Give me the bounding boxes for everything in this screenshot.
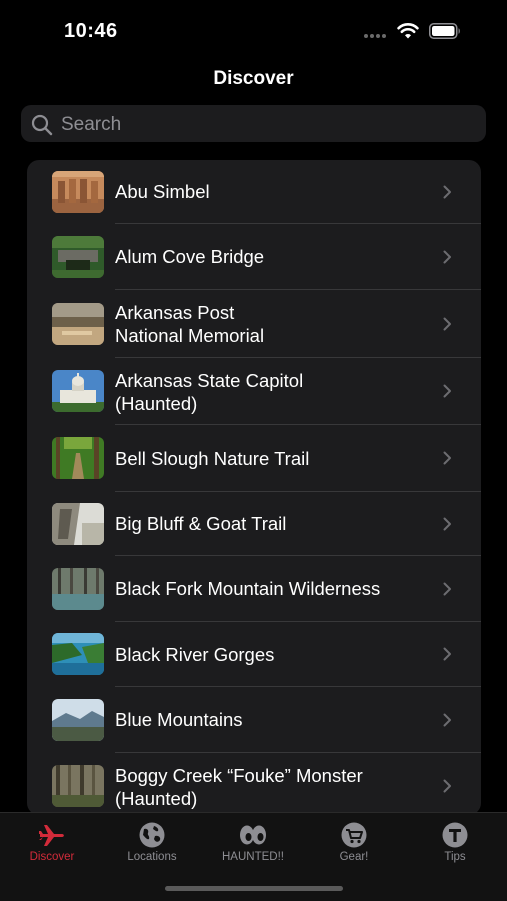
gorge-photo-thumbnail <box>52 633 104 675</box>
list-item[interactable]: Arkansas State Capitol (Haunted) <box>27 358 481 425</box>
status-time: 10:46 <box>64 20 118 42</box>
chevron-right-icon <box>443 713 451 727</box>
chevron-right-icon <box>443 517 451 531</box>
chevron-right-icon <box>443 779 451 793</box>
location-list: Abu Simbel Alum Cove Bridge Arkansas Pos… <box>27 160 481 815</box>
airplane-icon <box>39 825 64 846</box>
list-item[interactable]: Big Bluff & Goat Trail <box>27 492 481 556</box>
chevron-right-icon <box>443 451 451 465</box>
home-indicator <box>165 886 343 891</box>
tab-label: HAUNTED!! <box>222 851 284 863</box>
letter-t-icon <box>442 822 468 848</box>
list-item-label: Black River Gorges <box>115 644 275 665</box>
list-item-label: Arkansas State Capitol (Haunted) <box>115 370 304 414</box>
list-item-label: Abu Simbel <box>115 181 210 202</box>
chevron-right-icon <box>443 185 451 199</box>
list-item[interactable]: Blue Mountains <box>27 687 481 753</box>
cellular-signal-icon <box>364 34 390 38</box>
tab-tips[interactable]: Tips <box>405 813 505 873</box>
tab-label: Discover <box>29 851 75 863</box>
list-item[interactable]: Black River Gorges <box>27 622 481 687</box>
chevron-right-icon <box>443 582 451 596</box>
chevron-right-icon <box>443 647 451 661</box>
chevron-right-icon <box>443 384 451 398</box>
tab-label: Gear! <box>339 851 369 863</box>
status-bar: 10:46 <box>0 0 507 60</box>
globe-icon <box>139 822 165 848</box>
tab-gear[interactable]: Gear! <box>304 813 404 873</box>
cart-icon <box>341 822 367 848</box>
list-item-label: Bell Slough Nature Trail <box>115 448 310 469</box>
temple-photo-thumbnail <box>52 171 104 213</box>
list-item-label: Arkansas Post National Memorial <box>115 302 265 346</box>
tab-locations[interactable]: Locations <box>102 813 202 873</box>
search-placeholder: Search <box>61 114 122 135</box>
wifi-icon <box>397 23 419 39</box>
chevron-right-icon <box>443 317 451 331</box>
page-title: Discover <box>213 68 294 89</box>
list-item[interactable]: Arkansas Post National Memorial <box>27 290 481 358</box>
search-input[interactable]: Search <box>21 105 486 142</box>
list-item[interactable]: Black Fork Mountain Wilderness <box>27 556 481 622</box>
tab-label: Tips <box>444 851 466 863</box>
forest-trail-photo-thumbnail <box>52 437 104 479</box>
swamp-photo-thumbnail <box>52 765 104 807</box>
list-item-label: Big Bluff & Goat Trail <box>115 513 287 534</box>
list-item[interactable]: Boggy Creek “Fouke” Monster (Haunted) <box>27 753 481 815</box>
list-item[interactable]: Alum Cove Bridge <box>27 224 481 290</box>
capitol-photo-thumbnail <box>52 370 104 412</box>
woods-photo-thumbnail <box>52 568 104 610</box>
rock-arch-photo-thumbnail <box>52 236 104 278</box>
bluff-photo-thumbnail <box>52 503 104 545</box>
river-photo-thumbnail <box>52 303 104 345</box>
chevron-right-icon <box>443 250 451 264</box>
list-item[interactable]: Bell Slough Nature Trail <box>27 425 481 492</box>
list-item-label: Boggy Creek “Fouke” Monster (Haunted) <box>115 765 363 809</box>
battery-icon <box>429 23 460 39</box>
eyes-icon <box>240 825 266 845</box>
list-item-label: Blue Mountains <box>115 709 243 730</box>
list-item-label: Alum Cove Bridge <box>115 246 265 267</box>
list-item[interactable]: Abu Simbel <box>27 160 481 224</box>
search-icon <box>31 114 53 136</box>
tab-discover[interactable]: Discover <box>2 813 102 873</box>
mountain-photo-thumbnail <box>52 699 104 741</box>
tab-haunted[interactable]: HAUNTED!! <box>203 813 303 873</box>
list-item-label: Black Fork Mountain Wilderness <box>115 578 381 599</box>
tab-label: Locations <box>127 851 177 863</box>
